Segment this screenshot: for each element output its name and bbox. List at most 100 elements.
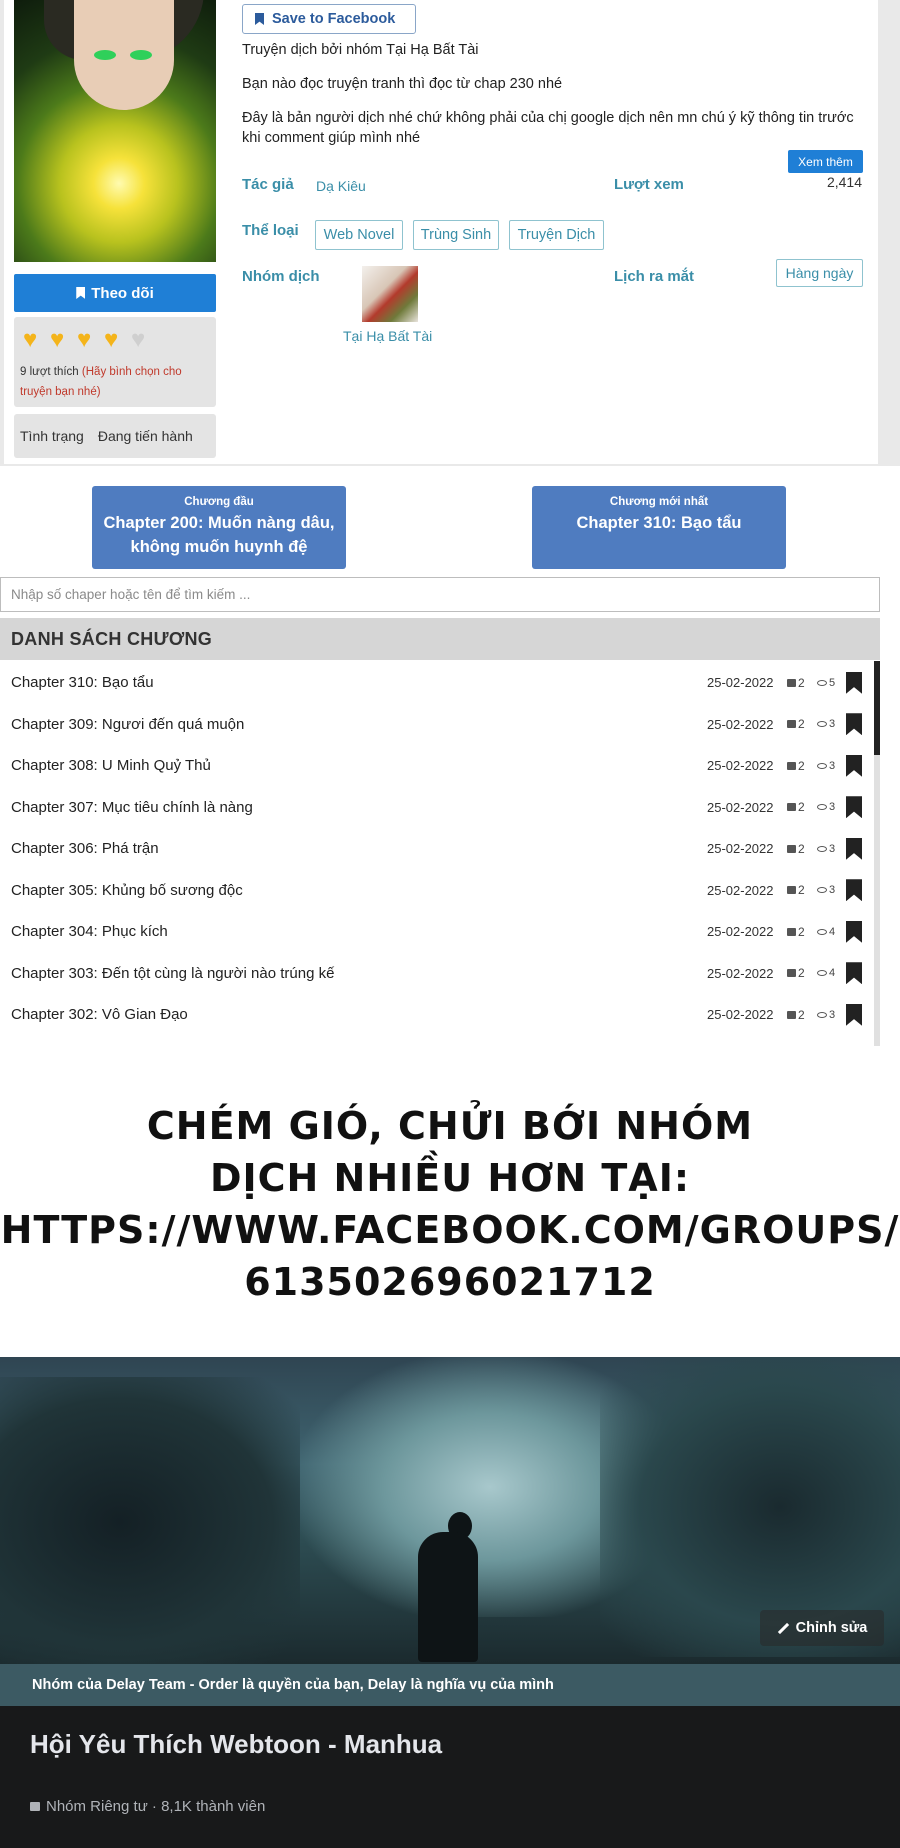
heart-icon[interactable]: ♥: [131, 328, 154, 352]
bookmark-icon[interactable]: [846, 962, 862, 985]
genre-tag[interactable]: Trùng Sinh: [413, 220, 499, 250]
view-count: 3: [829, 718, 836, 731]
chapter-title[interactable]: Chapter 305: Khủng bố sương độc: [11, 882, 243, 899]
pencil-icon: [777, 1622, 789, 1634]
bookmark-icon[interactable]: [846, 671, 862, 694]
chapter-row[interactable]: Chapter 309: Ngươi đến quá muộn 25-02-202…: [0, 704, 872, 746]
see-more-button[interactable]: Xem thêm: [788, 150, 863, 173]
bookmark-icon[interactable]: [846, 754, 862, 777]
cover-face: [74, 0, 174, 110]
heart-icon[interactable]: ♥: [104, 328, 127, 352]
chapter-row[interactable]: Chapter 303: Đến tột cùng là người nào t…: [0, 953, 872, 995]
chapter-search-input[interactable]: [0, 577, 880, 612]
chapter-list-heading: DANH SÁCH CHƯƠNG: [0, 618, 880, 660]
chapter-row[interactable]: Chapter 302: Vô Gian Đạo 25-02-2022 2 3: [0, 994, 872, 1036]
lock-icon: [787, 886, 796, 895]
follow-button[interactable]: Theo dõi: [14, 274, 216, 312]
group-title[interactable]: Hội Yêu Thích Webtoon - Manhua: [30, 1728, 450, 1760]
release-tag: Hàng ngày: [776, 259, 863, 287]
release-label: Lịch ra mắt: [614, 268, 695, 285]
cover-figure: [418, 1532, 478, 1662]
promo-line: DỊCH NHIỀU HƠN TẠI:: [209, 1156, 691, 1200]
lock-icon: [787, 1010, 796, 1019]
heart-icon[interactable]: ♥: [50, 328, 73, 352]
lock-icon: [787, 844, 796, 853]
save-to-facebook-button[interactable]: Save to Facebook: [242, 4, 416, 34]
chapter-row[interactable]: Chapter 305: Khủng bố sương độc 25-02-202…: [0, 870, 872, 912]
scrollbar-thumb[interactable]: [874, 661, 880, 755]
chapter-date: 25-02-2022: [707, 924, 774, 940]
cover-eye: [130, 50, 152, 60]
status-value: Đang tiến hành: [97, 428, 193, 444]
chapter-title[interactable]: Chapter 306: Phá trận: [11, 840, 159, 857]
edit-cover-button[interactable]: Chỉnh sửa: [760, 1610, 884, 1646]
cover-eye: [94, 50, 116, 60]
status-box: Tình trạng Đang tiến hành: [14, 414, 216, 458]
chapter-views: 4: [817, 926, 835, 938]
chapter-title[interactable]: Chapter 304: Phục kích: [11, 923, 168, 940]
bookmark-icon[interactable]: [846, 713, 862, 736]
lock-count: 2: [798, 924, 805, 939]
eye-icon: [817, 1011, 827, 1018]
bookmark-icon[interactable]: [846, 920, 862, 943]
views-label: Lượt xem: [614, 176, 684, 193]
chapter-row[interactable]: Chapter 306: Phá trận 25-02-2022 2 3: [0, 828, 872, 870]
chapter-locks: 2: [787, 759, 805, 773]
chapter-title[interactable]: Chapter 309: Ngươi đến quá muộn: [11, 716, 244, 733]
genre-tag[interactable]: Web Novel: [315, 220, 403, 250]
eye-icon: [817, 845, 827, 852]
lock-count: 2: [798, 966, 805, 981]
lock-count: 2: [798, 758, 805, 773]
eye-icon: [817, 804, 827, 811]
chapter-row[interactable]: Chapter 307: Mục tiêu chính là nàng 25-02…: [0, 787, 872, 829]
first-chapter-title: Chapter 200: Muốn nàng dâu, không muốn h…: [103, 514, 335, 556]
group-name-link[interactable]: Tại Hạ Bất Tài: [343, 328, 432, 344]
chapter-views: 3: [817, 760, 835, 772]
group-meta-text: Nhóm Riêng tư · 8,1K thành viên: [46, 1798, 266, 1815]
genre-tag[interactable]: Truyện Dịch: [509, 220, 604, 250]
view-count: 3: [829, 884, 836, 897]
chapter-date: 25-02-2022: [707, 716, 774, 732]
bookmark-icon[interactable]: [846, 1003, 862, 1026]
eye-icon: [817, 721, 827, 728]
eye-icon: [817, 970, 827, 977]
first-chapter-button[interactable]: Chương đầu Chapter 200: Muốn nàng dâu, k…: [92, 486, 346, 569]
lock-icon: [787, 761, 796, 770]
chapter-views: 3: [817, 884, 835, 896]
likes-count: 9 lượt thích: [20, 366, 79, 378]
chapter-row[interactable]: Chapter 310: Bạo tẩu 25-02-2022 2 5: [0, 662, 872, 704]
chapter-title[interactable]: Chapter 302: Vô Gian Đạo: [11, 1006, 188, 1023]
chapter-title[interactable]: Chapter 310: Bạo tẩu: [11, 674, 154, 691]
promo-line: HTTPS://WWW.FACEBOOK.COM/GROUPS/: [0, 1208, 900, 1252]
chapter-locks: 2: [787, 883, 805, 897]
chapter-row[interactable]: Chapter 308: U Minh Quỷ Thủ 25-02-2022 2 3: [0, 745, 872, 787]
latest-chapter-title: Chapter 310: Bạo tẩu: [576, 514, 742, 532]
heart-icon[interactable]: ♥: [77, 328, 100, 352]
chapter-locks: 2: [787, 800, 805, 814]
chapter-title[interactable]: Chapter 307: Mục tiêu chính là nàng: [11, 799, 253, 816]
group-avatar[interactable]: [362, 266, 418, 322]
latest-chapter-caption: Chương mới nhất: [609, 496, 709, 508]
lock-count: 2: [798, 800, 805, 815]
chapter-title[interactable]: Chapter 303: Đến tột cùng là người nào t…: [11, 965, 334, 982]
bookmark-icon[interactable]: [846, 879, 862, 902]
description-line: Truyện dịch bởi nhóm Tại Hạ Bất Tài: [242, 42, 479, 58]
group-tagline: Nhóm của Delay Team - Order là quyền của…: [0, 1664, 900, 1706]
genre-label: Thể loại: [242, 222, 299, 239]
author-link[interactable]: Dạ Kiêu: [316, 178, 366, 194]
heart-icon[interactable]: ♥: [23, 328, 46, 352]
lock-count: 2: [798, 675, 805, 690]
chapter-title[interactable]: Chapter 308: U Minh Quỷ Thủ: [11, 757, 211, 774]
bookmark-icon[interactable]: [846, 796, 862, 819]
author-label: Tác giả: [242, 176, 294, 193]
view-count: 4: [829, 925, 836, 938]
bookmark-icon[interactable]: [846, 837, 862, 860]
rating-hearts[interactable]: ♥ ♥ ♥ ♥ ♥: [23, 328, 154, 352]
chapter-row[interactable]: Chapter 304: Phục kích 25-02-2022 2 4: [0, 911, 872, 953]
chapter-locks: 2: [787, 1008, 805, 1022]
lock-icon: [787, 803, 796, 812]
chapter-list: Chapter 310: Bạo tẩu 25-02-2022 2 5 Chapter …: [0, 661, 880, 1046]
latest-chapter-button[interactable]: Chương mới nhất Chapter 310: Bạo tẩu: [532, 486, 786, 569]
lock-icon: [787, 927, 796, 936]
chapter-locks: 2: [787, 676, 805, 690]
